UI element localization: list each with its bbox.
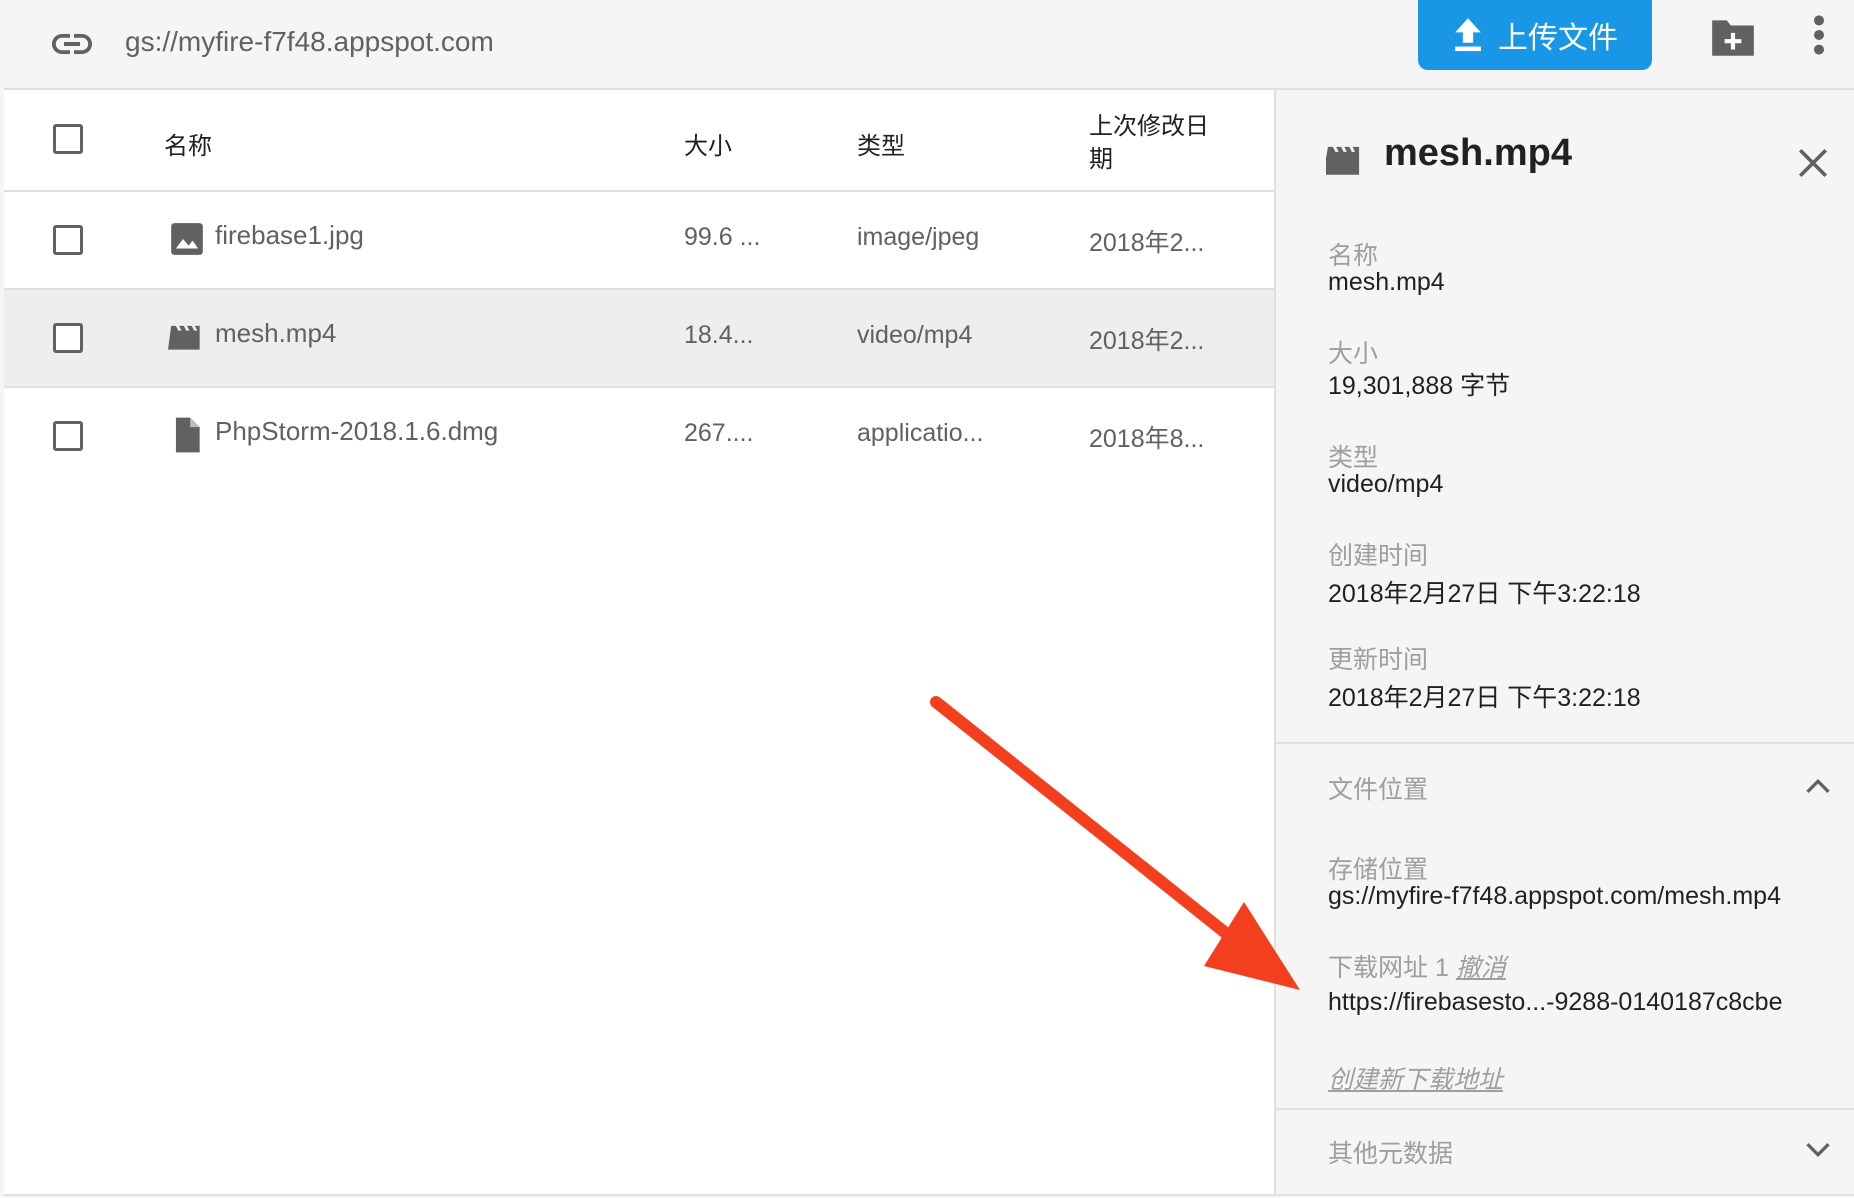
image-icon [171,223,203,255]
field-label-updated: 更新时间 [1328,646,1429,674]
column-header-modified-line1: 上次修改日 [1089,113,1209,140]
file-size: 99.6 ... [684,223,761,251]
divider [1276,1108,1854,1110]
panel-title: mesh.mp4 [1384,132,1572,174]
chevron-up-icon[interactable] [1804,776,1832,796]
field-value-size: 19,301,888 字节 [1328,372,1511,400]
link-icon [52,34,92,54]
field-label-type: 类型 [1328,444,1379,472]
field-value-created: 2018年2月27日 下午3:22:18 [1328,580,1641,608]
field-label-size: 大小 [1328,340,1379,368]
column-header-modified-line2: 期 [1089,146,1113,173]
file-name: mesh.mp4 [215,318,337,348]
select-all-checkbox[interactable] [53,124,83,154]
storage-browser: gs://myfire-f7f48.appspot.com 上传文件 名称 大小… [4,0,1854,1196]
movie-icon [168,325,200,350]
file-type: video/mp4 [857,321,973,349]
bucket-url: gs://myfire-f7f48.appspot.com [125,26,494,57]
table-row[interactable]: PhpStorm-2018.1.6.dmg 267.... applicatio… [4,388,1274,484]
chevron-down-icon[interactable] [1804,1140,1832,1160]
file-date: 2018年2... [1089,327,1205,355]
file-size: 18.4... [684,321,754,349]
revoke-link[interactable]: 撤消 [1456,954,1506,982]
field-value-type: video/mp4 [1328,470,1444,498]
field-value-name: mesh.mp4 [1328,268,1445,296]
column-header-modified[interactable]: 上次修改日 期 [1089,110,1209,176]
file-list: 名称 大小 类型 上次修改日 期 firebase1.jpg 99.6 ... … [4,90,1274,1194]
file-date: 2018年8... [1089,425,1205,453]
table-row[interactable]: mesh.mp4 18.4... video/mp4 2018年2... [4,290,1274,388]
file-name: firebase1.jpg [215,220,364,250]
file-type: image/jpeg [857,223,980,251]
column-header-type[interactable]: 类型 [857,126,905,161]
column-header-size[interactable]: 大小 [684,126,732,161]
download-url-value[interactable]: https://firebasesto...-9288-0140187c8cbe [1328,988,1782,1017]
storage-location-label: 存储位置 [1328,856,1429,884]
file-type: applicatio... [857,419,984,447]
file-size: 267.... [684,419,754,447]
new-folder-icon[interactable] [1708,14,1758,60]
upload-file-label: 上传文件 [1498,22,1618,55]
create-download-url-link[interactable]: 创建新下载地址 [1328,1060,1503,1096]
column-header-name[interactable]: 名称 [164,126,212,161]
close-icon[interactable] [1796,146,1830,180]
upload-icon [1455,18,1481,52]
row-checkbox[interactable] [53,323,83,353]
download-url-label: 下载网址 1 撤消 [1328,948,1506,984]
file-location-toggle[interactable]: 文件位置 [1328,770,1428,806]
file-icon [175,417,200,453]
file-name: PhpStorm-2018.1.6.dmg [215,416,499,446]
storage-location-value: gs://myfire-f7f48.appspot.com/mesh.mp4 [1328,882,1781,910]
table-row[interactable]: firebase1.jpg 99.6 ... image/jpeg 2018年2… [4,192,1274,290]
field-label-created: 创建时间 [1328,542,1429,570]
other-metadata-toggle[interactable]: 其他元数据 [1328,1134,1453,1170]
download-url-label-text: 下载网址 1 [1328,954,1449,982]
movie-icon [1326,146,1360,175]
list-header: 名称 大小 类型 上次修改日 期 [4,90,1274,192]
file-date: 2018年2... [1089,229,1205,257]
divider [1276,742,1854,744]
field-label-name: 名称 [1328,242,1379,270]
toolbar: gs://myfire-f7f48.appspot.com 上传文件 [4,0,1854,90]
file-details-panel: mesh.mp4 名称 mesh.mp4 大小 19,301,888 字节 类型… [1274,90,1854,1194]
row-checkbox[interactable] [53,225,83,255]
row-checkbox[interactable] [53,421,83,451]
more-vert-icon[interactable] [1804,10,1834,60]
upload-file-button[interactable]: 上传文件 [1418,0,1652,70]
field-value-updated: 2018年2月27日 下午3:22:18 [1328,684,1641,712]
